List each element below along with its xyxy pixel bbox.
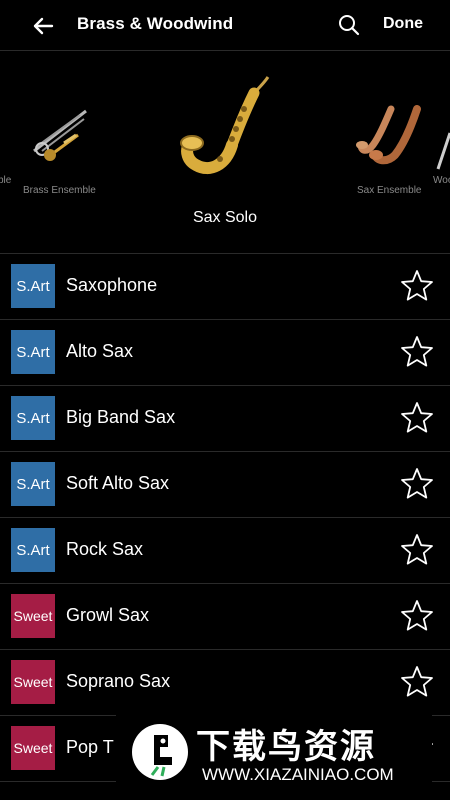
carousel-item-label: Brass Ensemble [23,185,96,196]
sound-type-badge: Sweet [11,726,55,770]
instrument-name: Big Band Sax [66,407,176,427]
instrument-carousel[interactable]: ble Brass Ensemble Sax Solo Sax Ensemble… [0,51,450,253]
back-arrow-icon[interactable] [30,13,56,39]
favorite-star-icon[interactable] [399,334,435,370]
top-bar: Brass & Woodwind Done [0,0,450,50]
sound-type-badge: Sweet [11,660,55,704]
list-item[interactable]: S.Art Rock Sax [0,518,450,584]
brass-ensemble-image [33,109,87,161]
list-item[interactable]: S.Art Saxophone [0,254,450,320]
carousel-far-left-fragment: ble [0,175,12,186]
watermark: 下载鸟资源 WWW.XIAZAINIAO.COM [116,713,432,791]
flute-image [436,132,450,170]
list-item[interactable]: Sweet Soprano Sax [0,650,450,716]
favorite-star-icon[interactable] [399,598,435,634]
page-title: Brass & Woodwind [77,14,234,33]
instrument-name: Soprano Sax [66,671,171,691]
instrument-name: Rock Sax [66,539,144,559]
sax-ensemble-image [356,105,421,165]
carousel-item-label: Sax Ensemble [357,185,422,196]
sound-type-badge: S.Art [11,396,55,440]
carousel-selected-label: Sax Solo [192,209,258,226]
bird-logo-icon [132,724,188,780]
favorite-star-icon[interactable] [399,664,435,700]
sound-type-badge: S.Art [11,264,55,308]
sound-type-badge: S.Art [11,528,55,572]
sound-type-badge: S.Art [11,330,55,374]
sax-solo-image [180,76,270,175]
instrument-name: Alto Sax [66,341,134,361]
favorite-star-icon[interactable] [399,400,435,436]
instrument-name: Saxophone [66,275,158,295]
done-button[interactable]: Done [383,15,423,33]
favorite-star-icon[interactable] [399,268,435,304]
sound-type-badge: Sweet [11,594,55,638]
list-item[interactable]: S.Art Big Band Sax [0,386,450,452]
search-icon[interactable] [337,13,361,37]
instrument-name: Pop T [66,737,114,757]
watermark-title: 下载鸟资源 [196,728,376,766]
instrument-name: Growl Sax [66,605,150,625]
favorite-star-icon[interactable] [399,466,435,502]
list-item[interactable]: Sweet Growl Sax [0,584,450,650]
favorite-star-icon[interactable] [399,532,435,568]
carousel-far-right-fragment: Woo [433,175,450,186]
sound-type-badge: S.Art [11,462,55,506]
watermark-url: WWW.XIAZAINIAO.COM [202,765,394,784]
list-item[interactable]: S.Art Soft Alto Sax [0,452,450,518]
list-item[interactable]: S.Art Alto Sax [0,320,450,386]
instrument-name: Soft Alto Sax [66,473,170,493]
